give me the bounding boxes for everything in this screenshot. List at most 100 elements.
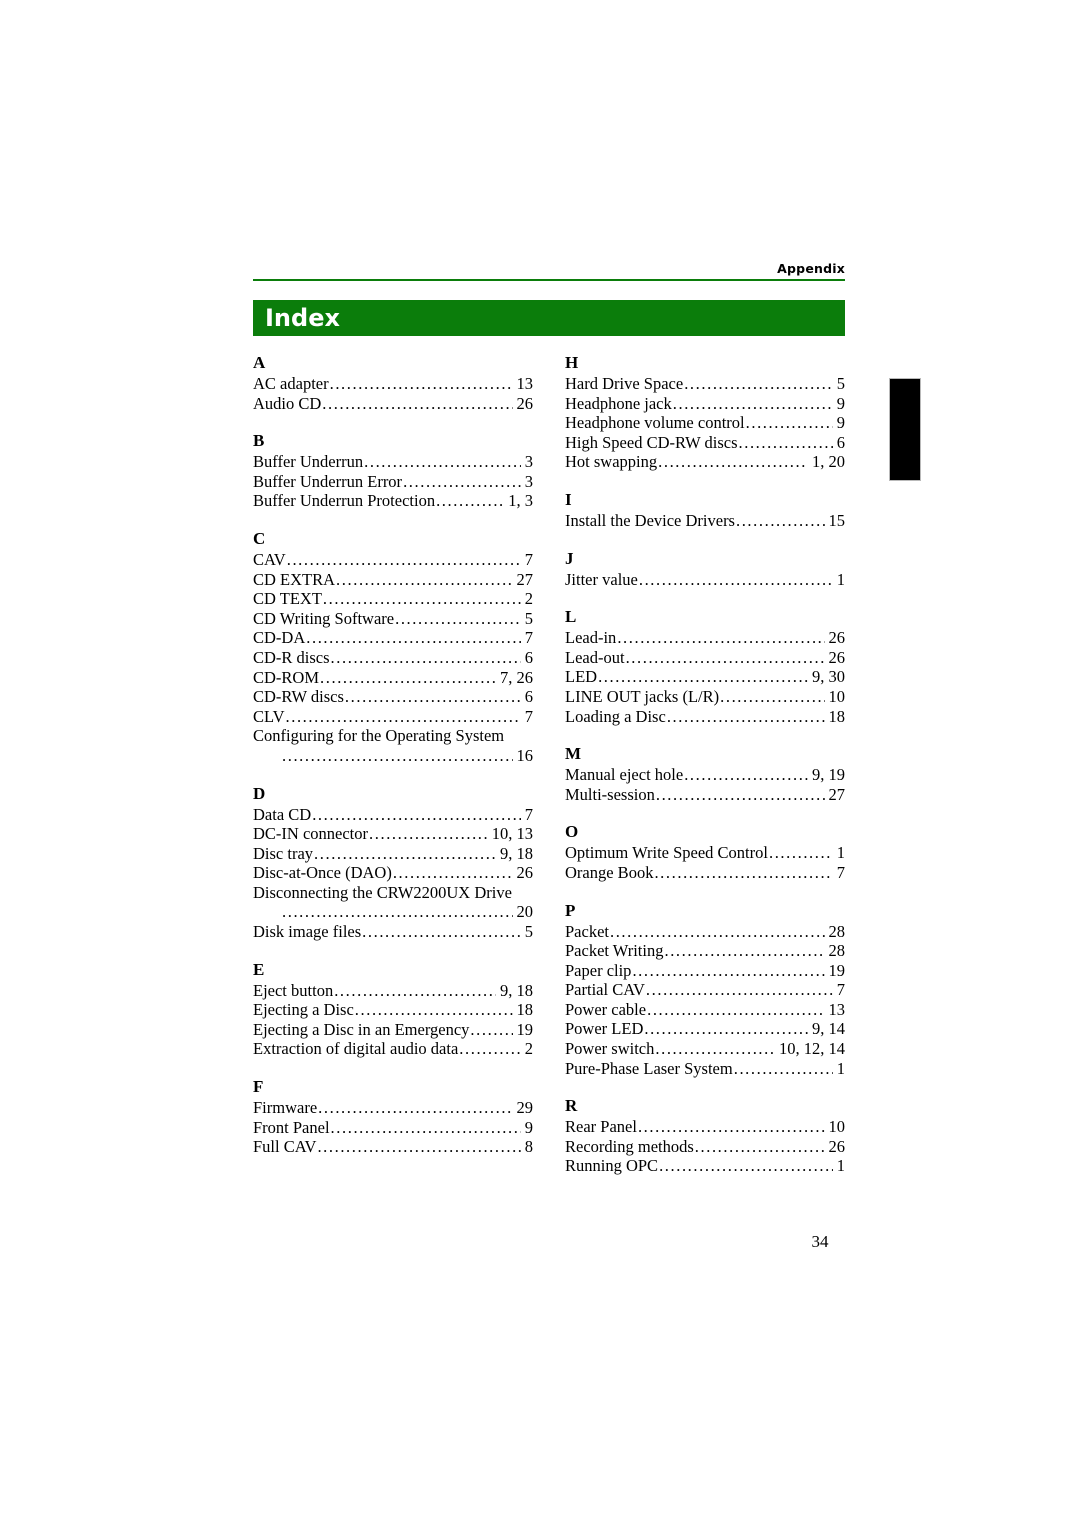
- section-letter: B: [253, 431, 265, 451]
- index-entry-term: Buffer Underrun Protection: [253, 491, 436, 511]
- index-entry[interactable]: CD-DA 7: [253, 628, 533, 648]
- index-entry-page: 13: [516, 374, 534, 393]
- index-entry[interactable]: Extraction of digital audio data 2: [253, 1039, 533, 1059]
- index-entry-page: 6: [524, 647, 533, 667]
- index-entry-page: 6: [524, 687, 533, 707]
- index-entry[interactable]: Disc-at-Once (DAO) 26: [253, 863, 533, 883]
- index-entry-term: High Speed CD-RW discs: [565, 432, 738, 452]
- index-entry-page: 10: [828, 1117, 846, 1137]
- index-entry[interactable]: Optimum Write Speed Control 1: [565, 843, 845, 863]
- index-entry[interactable]: Packet 28: [565, 922, 845, 942]
- index-section-p: PPacket28Packet Writing28Paper clip19Par…: [565, 900, 845, 1079]
- index-entry-term: CD-RW discs: [253, 687, 344, 707]
- index-entry-term: Ejecting a Disc: [253, 1000, 354, 1020]
- index-entry[interactable]: Configuring for the Operating System 16: [253, 726, 533, 765]
- index-entry-page: 10, 12, 14: [779, 1039, 845, 1059]
- index-entry-term: Orange Book: [565, 862, 654, 882]
- index-entry[interactable]: Partial CAV 7: [565, 980, 845, 1000]
- index-entry[interactable]: Disc tray 9, 18: [253, 844, 533, 864]
- index-entry[interactable]: Ejecting a Disc in an Emergency 19: [253, 1020, 533, 1040]
- index-entry-page: 5: [524, 608, 533, 628]
- index-entry[interactable]: Power LED 9, 14: [565, 1019, 845, 1039]
- index-entry-term: Install the Device Drivers: [565, 510, 735, 530]
- section-letter: L: [565, 607, 577, 627]
- index-entry[interactable]: Full CAV 8: [253, 1137, 533, 1157]
- index-entry[interactable]: Ejecting a Disc 18: [253, 1000, 533, 1020]
- section-letter: C: [253, 528, 266, 548]
- index-entry-term: Buffer Underrun Error: [253, 471, 403, 491]
- index-entry-term: LED: [565, 667, 598, 687]
- index-entry-term: CAV: [253, 549, 286, 569]
- index-entry-page: 29: [516, 1098, 534, 1118]
- index-entry[interactable]: DC-IN connector 10, 13: [253, 824, 533, 844]
- index-entry[interactable]: LINE OUT jacks (L/R) 10: [565, 687, 845, 707]
- index-entry[interactable]: CLV 7: [253, 707, 533, 727]
- index-entry[interactable]: Headphone jack 9: [565, 394, 845, 414]
- index-entry-leader: [331, 648, 521, 668]
- index-entry[interactable]: High Speed CD-RW discs 6: [565, 433, 845, 453]
- index-entry[interactable]: Audio CD 26: [253, 394, 533, 414]
- index-entry[interactable]: Install the Device Drivers 15: [565, 511, 845, 531]
- index-entry[interactable]: Recording methods 26: [565, 1137, 845, 1157]
- index-entry-page: 28: [828, 921, 846, 941]
- index-entry[interactable]: Hot swapping 1, 20: [565, 452, 845, 472]
- index-entry-leader: [369, 824, 488, 844]
- index-entry[interactable]: CD-R discs 6: [253, 648, 533, 668]
- index-entry-page: 13: [828, 999, 846, 1019]
- index-entry-page: 5: [524, 922, 533, 942]
- index-entry[interactable]: CD Writing Software 5: [253, 609, 533, 629]
- index-entry[interactable]: Manual eject hole 9, 19: [565, 765, 845, 785]
- index-entry[interactable]: Headphone volume control 9: [565, 413, 845, 433]
- index-entry[interactable]: Running OPC 1: [565, 1156, 845, 1176]
- index-entry[interactable]: Power switch 10, 12, 14: [565, 1039, 845, 1059]
- index-entry-term: Hard Drive Space: [565, 374, 684, 393]
- index-entry[interactable]: Lead-in 26: [565, 628, 845, 648]
- index-entry[interactable]: Firmware 29: [253, 1098, 533, 1118]
- index-entry[interactable]: Data CD 7: [253, 805, 533, 825]
- index-entry-continuation: 16: [253, 746, 534, 766]
- index-entry-leader: [336, 570, 512, 590]
- section-letter: D: [253, 783, 266, 803]
- index-entry-page: 26: [828, 628, 846, 648]
- section-letter: P: [565, 900, 576, 920]
- index-entry-term: CD-ROM: [253, 667, 320, 687]
- index-entry-page: 9, 14: [812, 1019, 845, 1039]
- index-entry[interactable]: Multi-session 27: [565, 785, 845, 805]
- index-entry-leader: [459, 1039, 520, 1059]
- index-entry[interactable]: Pure-Phase Laser System 1: [565, 1059, 845, 1079]
- index-entry-term: Loading a Disc: [565, 706, 666, 726]
- index-entry-leader: [736, 511, 825, 531]
- index-entry[interactable]: Buffer Underrun Protection 1, 3: [253, 491, 533, 511]
- index-entry[interactable]: Packet Writing 28: [565, 941, 845, 961]
- index-entry[interactable]: CD EXTRA 27: [253, 570, 533, 590]
- index-entry-term: Pure-Phase Laser System: [565, 1058, 733, 1078]
- index-entry[interactable]: LED 9, 30: [565, 667, 845, 687]
- index-entry[interactable]: Loading a Disc 18: [565, 707, 845, 727]
- index-entry-leader: [470, 1020, 512, 1040]
- index-entry[interactable]: Eject button 9, 18: [253, 981, 533, 1001]
- index-entry[interactable]: Disk image files 5: [253, 922, 533, 942]
- index-entry-leader: [638, 1117, 825, 1137]
- index-entry[interactable]: Rear Panel 10: [565, 1117, 845, 1137]
- index-entry-page: 1: [836, 843, 845, 863]
- index-entry[interactable]: Paper clip 19: [565, 961, 845, 981]
- index-section-i: IInstall the Device Drivers 15: [565, 489, 845, 531]
- index-entry[interactable]: Buffer Underrun 3: [253, 452, 533, 472]
- page-title: Index: [265, 304, 340, 332]
- index-entry-term: Rear Panel: [565, 1117, 637, 1137]
- index-entry-leader: [355, 1000, 513, 1020]
- index-entry[interactable]: Front Panel 9: [253, 1118, 533, 1138]
- index-entry[interactable]: Power cable 13: [565, 1000, 845, 1020]
- index-entry[interactable]: Disconnecting the CRW2200UX Drive20: [253, 883, 533, 922]
- index-entry[interactable]: CD-ROM 7, 26: [253, 668, 533, 688]
- index-entry[interactable]: Lead-out 26: [565, 648, 845, 668]
- index-entry[interactable]: AC adapter 13: [253, 374, 533, 394]
- index-entry[interactable]: CD-RW discs 6: [253, 687, 533, 707]
- index-entry-leader: [667, 707, 825, 727]
- index-entry[interactable]: Buffer Underrun Error 3: [253, 472, 533, 492]
- index-entry[interactable]: Hard Drive Space 5: [565, 374, 845, 394]
- index-entry[interactable]: CAV 7: [253, 550, 533, 570]
- index-entry[interactable]: Jitter value 1: [565, 570, 845, 590]
- index-entry[interactable]: Orange Book 7: [565, 863, 845, 883]
- index-entry[interactable]: CD TEXT 2: [253, 589, 533, 609]
